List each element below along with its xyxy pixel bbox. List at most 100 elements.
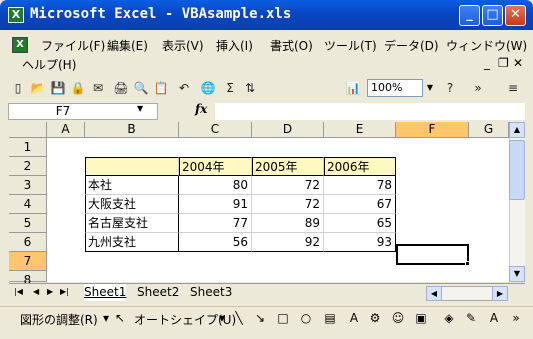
autosum-icon[interactable]: Σ xyxy=(222,80,238,96)
email-icon[interactable]: ✉ xyxy=(90,80,106,96)
row-header-2[interactable]: 2 xyxy=(9,157,47,176)
row-header-6[interactable]: 6 xyxy=(9,233,47,252)
cell-b5[interactable]: 名古屋支社 xyxy=(85,214,179,233)
toolbar-options-icon[interactable]: » xyxy=(508,310,524,326)
diagram-icon[interactable]: ⚙ xyxy=(367,310,383,326)
next-sheet-icon[interactable]: ▶ xyxy=(47,287,53,296)
line-color-icon[interactable]: ✎ xyxy=(463,310,479,326)
row-header-1[interactable]: 1 xyxy=(9,138,47,157)
column-header-g[interactable]: G xyxy=(469,122,509,138)
textbox-icon[interactable]: ▤ xyxy=(322,310,338,326)
column-header-d[interactable]: D xyxy=(252,122,324,138)
hyperlink-icon[interactable]: 🌐 xyxy=(200,80,216,96)
zoom-select[interactable]: 100% xyxy=(367,79,423,97)
chevron-down-icon[interactable]: ▾ xyxy=(214,310,230,326)
menu-format[interactable]: 書式(O) xyxy=(270,37,313,54)
cell-e4[interactable]: 67 xyxy=(324,195,396,214)
scroll-up-icon[interactable]: ▲ xyxy=(509,122,525,138)
cell-c4[interactable]: 91 xyxy=(179,195,252,214)
prev-sheet-icon[interactable]: ◀ xyxy=(33,287,39,296)
row-header-5[interactable]: 5 xyxy=(9,214,47,233)
wordart-icon[interactable]: A xyxy=(346,310,362,326)
cell-b6[interactable]: 九州支社 xyxy=(85,233,179,252)
tab-sheet1[interactable]: Sheet1 xyxy=(84,284,127,301)
cell-e6[interactable]: 93 xyxy=(324,233,396,252)
cell-d3[interactable]: 72 xyxy=(252,176,324,195)
active-cell-f7[interactable] xyxy=(396,244,469,265)
cell-d6[interactable]: 92 xyxy=(252,233,324,252)
tab-sheet2[interactable]: Sheet2 xyxy=(137,284,179,301)
menu-view[interactable]: 表示(V) xyxy=(162,37,204,54)
column-header-a[interactable]: A xyxy=(47,122,85,138)
toolbar-options-icon[interactable]: » xyxy=(470,80,486,96)
formula-input[interactable] xyxy=(215,103,525,120)
column-header-f[interactable]: F xyxy=(396,122,469,138)
cell-e2[interactable]: 2006年 xyxy=(324,157,396,176)
cell-b4[interactable]: 大阪支社 xyxy=(85,195,179,214)
first-sheet-icon[interactable]: |◀ xyxy=(14,287,23,296)
chart-wizard-icon[interactable]: 📊 xyxy=(345,80,361,96)
doc-close-icon[interactable]: ✕ xyxy=(513,56,523,70)
font-color-icon[interactable]: A xyxy=(486,310,502,326)
workbook-icon[interactable]: X xyxy=(12,37,28,53)
cell-b2[interactable] xyxy=(85,157,179,176)
tab-sheet3[interactable]: Sheet3 xyxy=(190,284,232,301)
menu-insert[interactable]: 挿入(I) xyxy=(216,37,253,54)
name-box[interactable]: F7 xyxy=(8,103,158,120)
chevron-down-icon[interactable]: ▼ xyxy=(424,79,436,97)
cell-c5[interactable]: 77 xyxy=(179,214,252,233)
select-objects-icon[interactable]: ↖ xyxy=(112,310,128,326)
line-icon[interactable]: ╲ xyxy=(231,310,247,326)
print-icon[interactable]: 🖨 xyxy=(113,80,129,96)
scroll-left-icon[interactable]: ◀ xyxy=(426,286,442,301)
fill-color-icon[interactable]: ◈ xyxy=(441,310,457,326)
arrow-icon[interactable]: ↘ xyxy=(252,310,268,326)
draw-menu-button[interactable]: 図形の調整(R) xyxy=(20,311,98,328)
scroll-right-icon[interactable]: ▶ xyxy=(492,286,508,301)
cell-c3[interactable]: 80 xyxy=(179,176,252,195)
column-header-c[interactable]: C xyxy=(179,122,252,138)
row-header-7[interactable]: 7 xyxy=(9,252,47,271)
permission-icon[interactable]: 🔒 xyxy=(70,80,86,96)
new-icon[interactable]: ▯ xyxy=(10,80,26,96)
cell-d5[interactable]: 89 xyxy=(252,214,324,233)
help-icon[interactable]: ? xyxy=(442,80,458,96)
cell-d4[interactable]: 72 xyxy=(252,195,324,214)
row-header-4[interactable]: 4 xyxy=(9,195,47,214)
print-preview-icon[interactable]: 🔍 xyxy=(133,80,149,96)
picture-icon[interactable]: ▣ xyxy=(413,310,429,326)
undo-icon[interactable]: ↶ xyxy=(176,80,192,96)
open-icon[interactable]: 📂 xyxy=(30,80,46,96)
vertical-scroll-thumb[interactable] xyxy=(509,140,525,200)
align-icon[interactable]: ≡ xyxy=(505,80,521,96)
cell-d2[interactable]: 2005年 xyxy=(252,157,324,176)
cell-e3[interactable]: 78 xyxy=(324,176,396,195)
doc-minimize-icon[interactable]: _ xyxy=(484,56,490,70)
last-sheet-icon[interactable]: ▶| xyxy=(60,287,69,296)
paste-icon[interactable]: 📋 xyxy=(153,80,169,96)
menu-tools[interactable]: ツール(T) xyxy=(324,37,377,54)
cell-b3[interactable]: 本社 xyxy=(85,176,179,195)
close-button[interactable]: ✕ xyxy=(505,5,526,26)
chevron-down-icon[interactable]: ▼ xyxy=(137,104,143,113)
minimize-button[interactable]: _ xyxy=(459,5,480,26)
excel-icon[interactable]: X xyxy=(8,7,24,23)
cell-c6[interactable]: 56 xyxy=(179,233,252,252)
rectangle-icon[interactable]: □ xyxy=(275,310,291,326)
scroll-down-icon[interactable]: ▼ xyxy=(509,266,525,282)
sort-ascending-icon[interactable]: ⇅ xyxy=(242,80,258,96)
menu-help[interactable]: ヘルプ(H) xyxy=(22,56,76,73)
doc-restore-icon[interactable]: ❐ xyxy=(498,56,509,70)
title-bar[interactable]: X Microsoft Excel - VBAsample.xls _ □ ✕ xyxy=(0,0,533,30)
clipart-icon[interactable]: ☺ xyxy=(390,310,406,326)
cell-c2[interactable]: 2004年 xyxy=(179,157,252,176)
menu-window[interactable]: ウィンドウ(W) xyxy=(446,37,527,54)
column-header-b[interactable]: B xyxy=(85,122,179,138)
menu-data[interactable]: データ(D) xyxy=(384,37,439,54)
maximize-button[interactable]: □ xyxy=(482,5,503,26)
row-header-3[interactable]: 3 xyxy=(9,176,47,195)
select-all-corner[interactable] xyxy=(9,122,47,138)
save-icon[interactable]: 💾 xyxy=(50,80,66,96)
menu-file[interactable]: ファイル(F) xyxy=(41,37,105,54)
oval-icon[interactable]: ○ xyxy=(298,310,314,326)
